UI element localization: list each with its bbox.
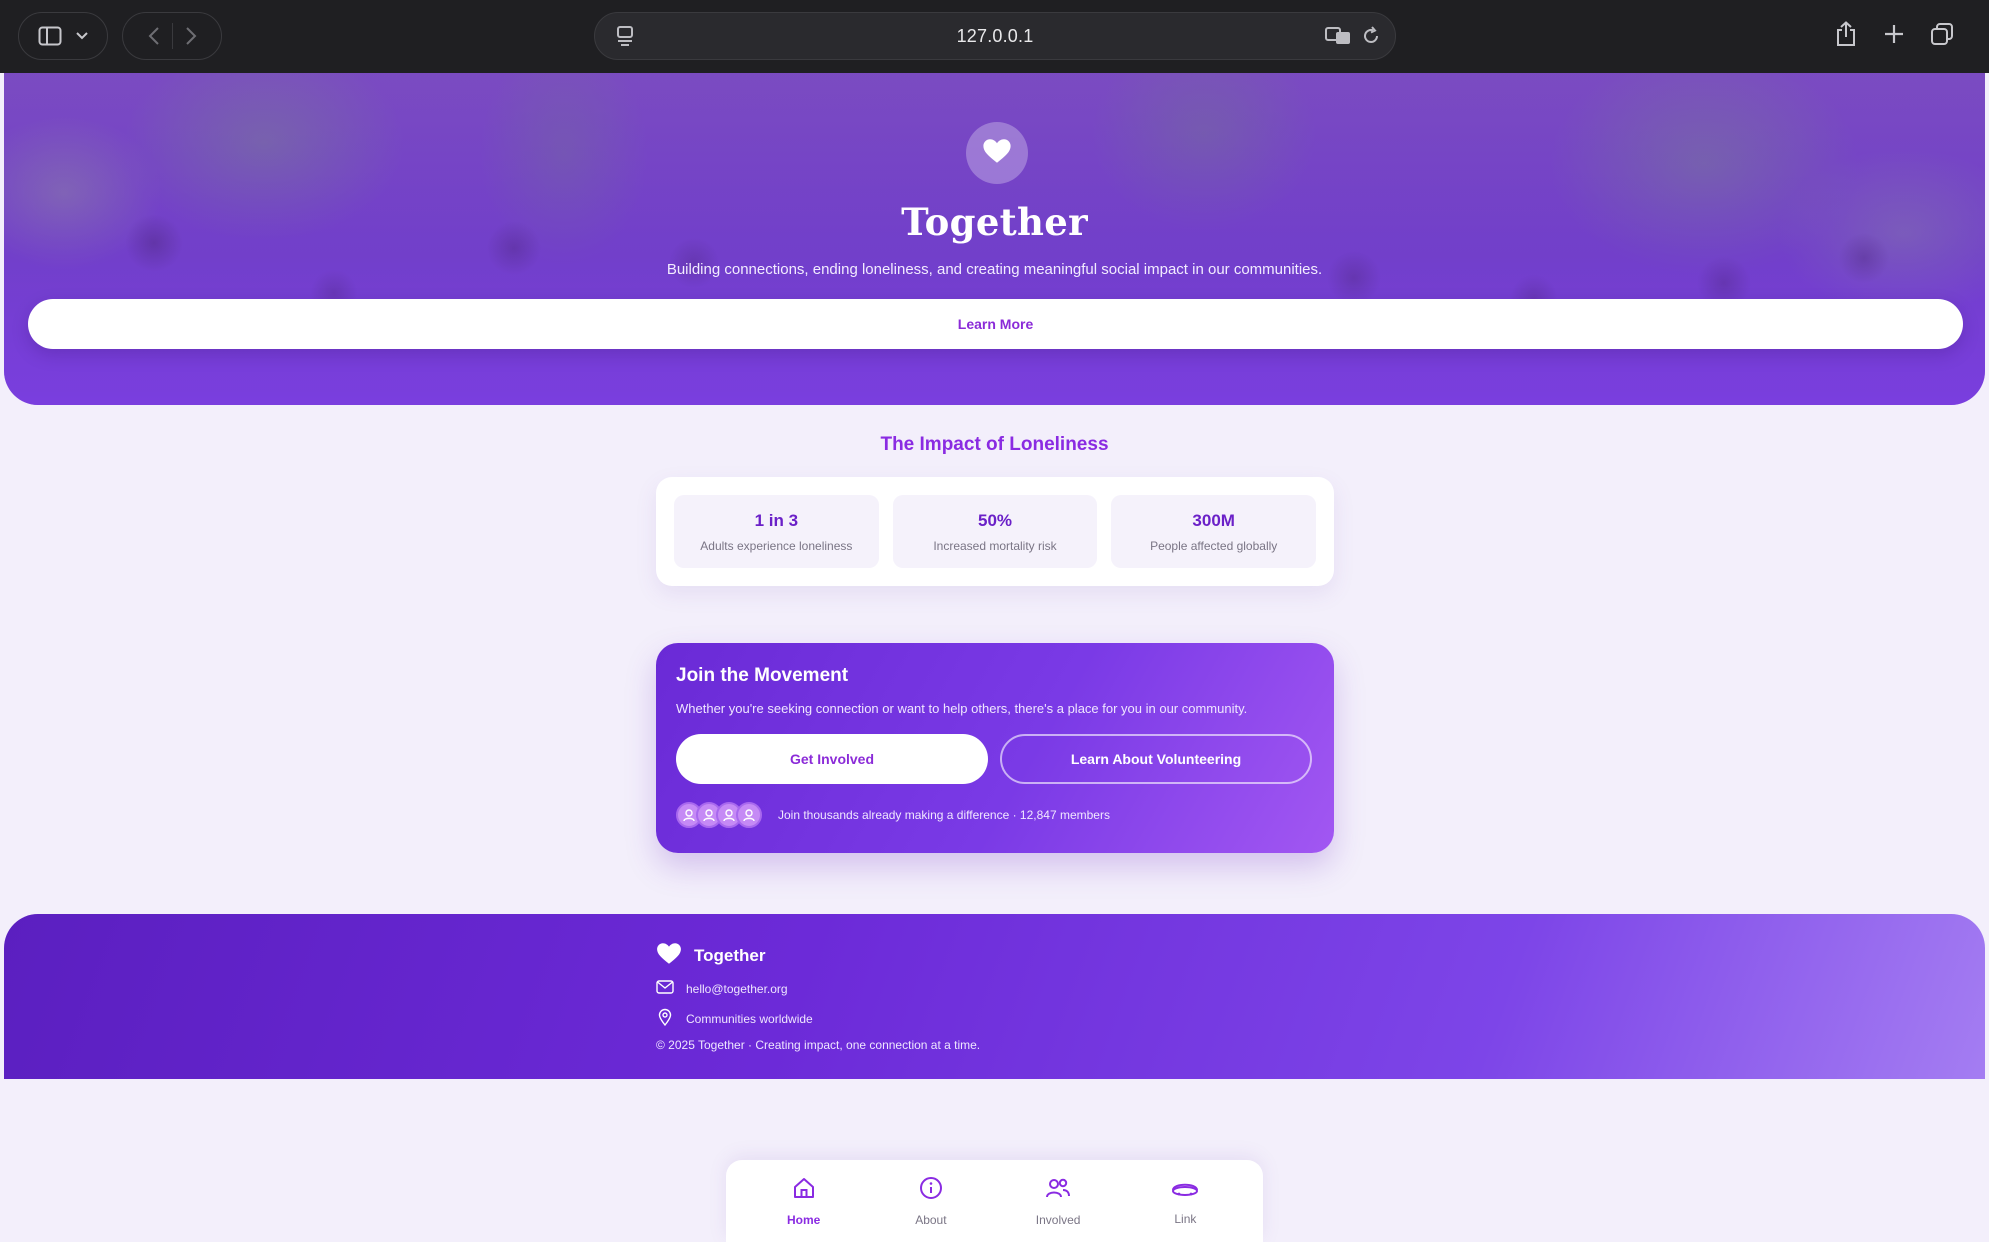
heart-icon	[656, 942, 682, 970]
nav-label: Involved	[1035, 1212, 1081, 1227]
share-button[interactable]	[1826, 16, 1866, 56]
stat-label: Increased mortality risk	[933, 538, 1057, 553]
hero-section: Together Building connections, ending lo…	[4, 73, 1985, 405]
divider	[171, 23, 173, 49]
avatar	[736, 802, 762, 828]
join-actions: Get Involved Learn About Volunteering	[676, 734, 1314, 784]
back-button[interactable]	[148, 26, 160, 46]
history-navigation	[122, 12, 222, 60]
footer-brand-name: Together	[694, 946, 766, 965]
impact-section-title: The Impact of Loneliness	[880, 434, 1109, 455]
heart-logo	[966, 122, 1028, 184]
heart-icon	[982, 138, 1012, 169]
browser-toolbar: 127.0.0.1	[0, 0, 1989, 73]
footer-email[interactable]: hello@together.org	[656, 980, 788, 997]
stat-value: 50%	[977, 510, 1013, 530]
get-involved-button[interactable]: Get Involved	[676, 734, 988, 784]
stat-card: 300M People affected globally	[1111, 495, 1317, 568]
members-count-text: Join thousands already making a differen…	[778, 808, 1110, 822]
stat-value: 1 in 3	[754, 510, 799, 530]
site-footer: Together hello@together.org Communities …	[4, 914, 1985, 1079]
member-avatars	[676, 802, 762, 828]
stat-card: 1 in 3 Adults experience loneliness	[674, 495, 879, 568]
hero-title: Together	[901, 200, 1088, 244]
new-tab-button[interactable]	[1874, 16, 1914, 56]
stat-card: 50% Increased mortality risk	[892, 495, 1098, 568]
join-movement-card: Join the Movement Whether you're seeking…	[656, 643, 1334, 853]
reload-icon[interactable]	[1361, 26, 1381, 51]
info-icon	[919, 1176, 943, 1205]
nav-label: Link	[1174, 1211, 1197, 1226]
mail-icon	[656, 980, 674, 997]
nav-item-about[interactable]: About	[876, 1176, 986, 1227]
stat-value: 300M	[1192, 510, 1235, 530]
users-icon	[1045, 1176, 1071, 1205]
home-icon	[792, 1176, 816, 1205]
learn-about-volunteering-button[interactable]: Learn About Volunteering	[1000, 734, 1312, 784]
location-pin-icon	[656, 1008, 674, 1029]
nav-item-involved[interactable]: Involved	[1003, 1176, 1113, 1227]
plus-icon	[1883, 23, 1905, 50]
nav-item-link[interactable]: Link	[1130, 1177, 1240, 1226]
nav-label: About	[915, 1212, 947, 1227]
footer-location-text: Communities worldwide	[686, 1011, 813, 1026]
share-icon	[1835, 20, 1857, 52]
footer-email-text[interactable]: hello@together.org	[686, 982, 788, 996]
join-title: Join the Movement	[676, 665, 849, 686]
join-description: Whether you're seeking connection or wan…	[676, 701, 1248, 716]
translate-icon[interactable]	[1325, 26, 1351, 51]
hero-subtitle: Building connections, ending loneliness,…	[666, 261, 1323, 278]
link-icon	[1170, 1177, 1200, 1204]
nav-label: Home	[786, 1212, 821, 1227]
address-bar[interactable]: 127.0.0.1	[594, 12, 1396, 60]
url-text: 127.0.0.1	[956, 25, 1034, 46]
learn-more-button[interactable]: Learn More	[28, 299, 1963, 349]
footer-location: Communities worldwide	[656, 1008, 813, 1029]
chevron-down-icon	[76, 32, 88, 40]
site-settings-icon[interactable]	[615, 25, 635, 52]
bottom-navigation: Home About Involved Link	[726, 1160, 1263, 1242]
members-row: Join thousands already making a differen…	[676, 802, 1314, 828]
sidebar-toggle-button[interactable]	[18, 12, 108, 60]
footer-copyright: © 2025 Together · Creating impact, one c…	[656, 1038, 981, 1052]
sidebar-icon	[38, 26, 62, 46]
tabs-icon	[1930, 22, 1954, 51]
forward-button[interactable]	[185, 26, 197, 46]
stat-label: Adults experience loneliness	[700, 538, 853, 553]
stat-label: People affected globally	[1150, 538, 1278, 553]
nav-item-home[interactable]: Home	[749, 1176, 859, 1227]
footer-brand: Together	[656, 942, 765, 970]
tab-overview-button[interactable]	[1922, 16, 1962, 56]
impact-stats-card: 1 in 3 Adults experience loneliness 50% …	[656, 477, 1334, 586]
